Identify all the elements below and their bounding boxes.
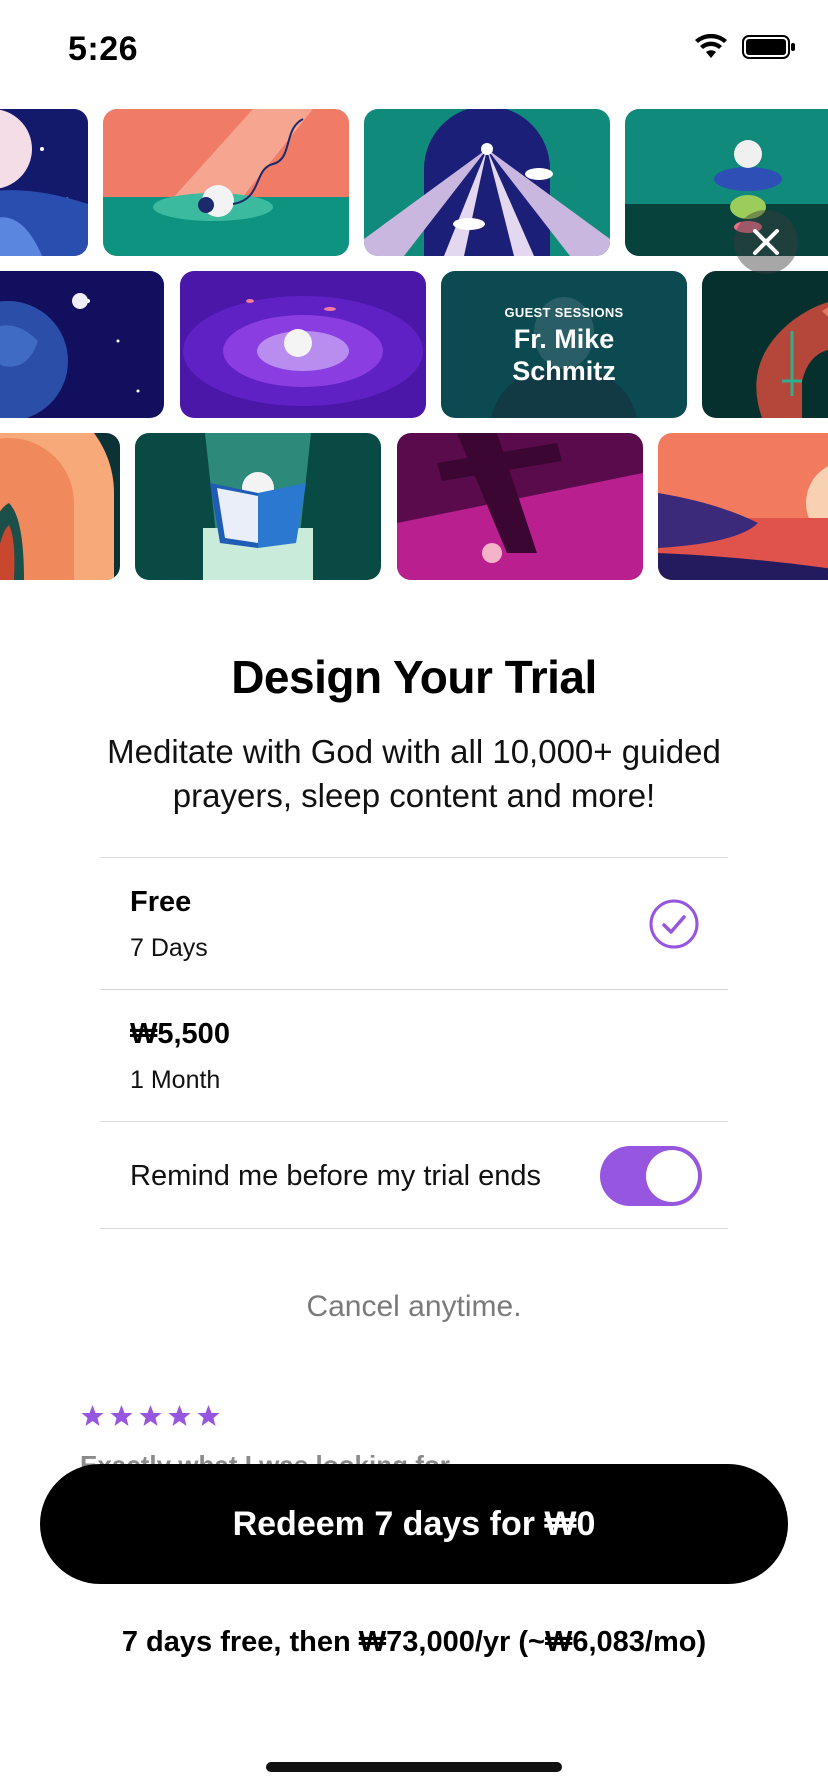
page-subtitle: Meditate with God with all 10,000+ guide… bbox=[107, 733, 721, 814]
redeem-button[interactable]: Redeem 7 days for ₩0 bbox=[40, 1464, 788, 1584]
toggle-knob bbox=[646, 1150, 698, 1202]
artwork-tile-cross bbox=[397, 433, 643, 580]
option-title: ₩5,500 bbox=[130, 1018, 230, 1050]
artwork-tile-ripples bbox=[180, 271, 426, 418]
artwork-tile-rosary bbox=[702, 271, 828, 418]
artwork-tile-madonna bbox=[0, 433, 120, 580]
artwork-tile-guest-session[interactable]: GUEST SESSIONS Fr. Mike Schmitz bbox=[441, 271, 687, 418]
status-time: 5:26 bbox=[68, 30, 139, 68]
wifi-icon bbox=[695, 34, 727, 58]
artwork-gallery: GUEST SESSIONS Fr. Mike Schmitz bbox=[0, 108, 828, 580]
guest-name-line2: Schmitz bbox=[512, 356, 616, 386]
trial-options: Free 7 Days ₩5,500 1 Month Remind me bef… bbox=[100, 857, 728, 1229]
reminder-label: Remind me before my trial ends bbox=[130, 1160, 541, 1192]
check-circle-icon bbox=[649, 899, 699, 949]
guest-name-line1: Fr. Mike bbox=[513, 324, 615, 354]
star-icon bbox=[168, 1405, 191, 1426]
star-icon bbox=[81, 1405, 104, 1426]
trial-option-monthly[interactable]: ₩5,500 1 Month bbox=[100, 989, 728, 1121]
artwork-tile-spotlight bbox=[103, 109, 349, 256]
close-icon bbox=[753, 229, 779, 255]
artwork-tile-moon bbox=[0, 109, 88, 256]
option-duration: 1 Month bbox=[130, 1066, 221, 1094]
star-icon bbox=[197, 1405, 220, 1426]
option-duration: 7 Days bbox=[130, 934, 208, 962]
status-icons bbox=[694, 34, 796, 60]
page-title: Design Your Trial bbox=[231, 651, 597, 703]
trial-option-free[interactable]: Free 7 Days bbox=[100, 857, 728, 989]
artwork-tile-sunset bbox=[658, 433, 828, 580]
artwork-tile-starlight bbox=[364, 109, 610, 256]
home-indicator bbox=[266, 1762, 562, 1772]
star-icon bbox=[110, 1405, 133, 1426]
status-bar: 5:26 bbox=[0, 0, 828, 100]
guest-name: Fr. Mike Schmitz bbox=[441, 323, 687, 387]
close-button[interactable] bbox=[734, 210, 798, 274]
battery-icon bbox=[742, 35, 795, 59]
reminder-toggle[interactable] bbox=[600, 1146, 702, 1206]
artwork-tile-earth bbox=[0, 271, 164, 418]
option-title: Free bbox=[130, 886, 192, 918]
cancel-note: Cancel anytime. bbox=[306, 1290, 522, 1323]
artwork-tile-stones bbox=[625, 109, 828, 256]
reminder-row: Remind me before my trial ends bbox=[100, 1121, 728, 1229]
guest-sessions-eyebrow: GUEST SESSIONS bbox=[504, 305, 624, 320]
artwork-tile-reading bbox=[135, 433, 381, 580]
review-stars bbox=[80, 1404, 221, 1428]
star-icon bbox=[139, 1405, 162, 1426]
price-note: 7 days free, then ₩73,000/yr (~₩6,083/mo… bbox=[121, 1626, 707, 1658]
